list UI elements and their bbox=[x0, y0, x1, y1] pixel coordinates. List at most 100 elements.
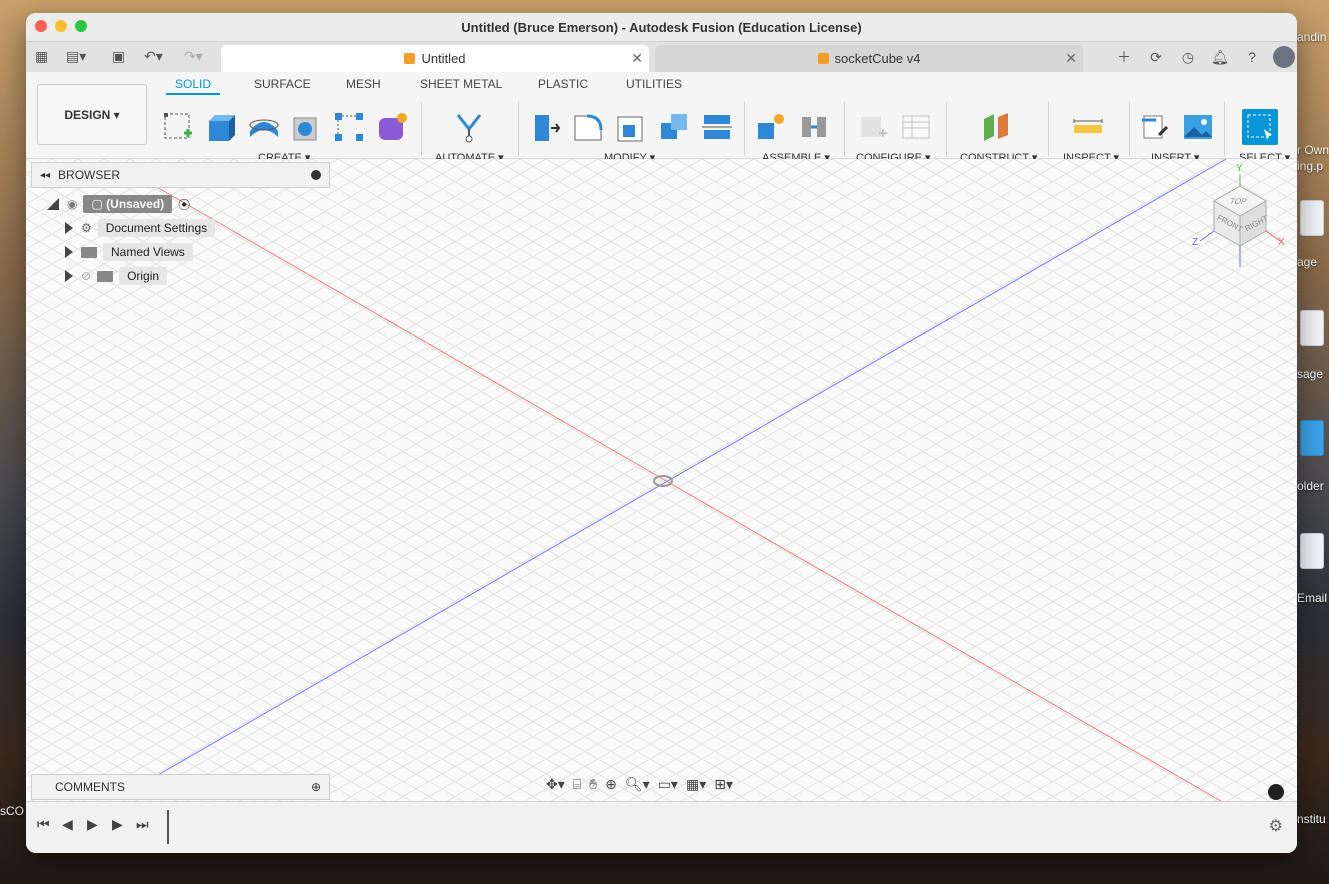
save-icon[interactable]: ▣ bbox=[112, 48, 125, 65]
close-tab-icon[interactable]: ✕ bbox=[1065, 50, 1077, 67]
browser-panel-header[interactable]: ◂◂ BROWSER bbox=[31, 162, 330, 188]
display-settings-icon[interactable]: ▭▾ bbox=[658, 776, 678, 793]
viewcube[interactable]: TOP FRONT RIGHT Y Z X bbox=[1192, 163, 1288, 271]
tab-surface[interactable]: SURFACE bbox=[254, 77, 311, 91]
joint-icon[interactable] bbox=[796, 109, 832, 145]
file-menu-icon[interactable]: ▤▾ bbox=[66, 48, 86, 65]
expand-arrow-icon[interactable] bbox=[65, 222, 73, 234]
tab-untitled[interactable]: Untitled ✕ bbox=[221, 45, 649, 72]
look-at-icon[interactable]: ⌸ bbox=[573, 776, 581, 793]
grid-canvas[interactable] bbox=[26, 159, 1297, 801]
offset-plane-icon[interactable] bbox=[978, 109, 1014, 145]
undo-icon[interactable]: ↶▾ bbox=[144, 48, 163, 65]
select-icon[interactable] bbox=[1242, 109, 1278, 145]
browser-item-named-views[interactable]: Named Views bbox=[65, 243, 193, 261]
desktop-file-icon-3[interactable] bbox=[1300, 533, 1324, 569]
desktop-file-icon-2[interactable] bbox=[1300, 310, 1324, 346]
play-icon[interactable]: ▶ bbox=[87, 816, 98, 833]
tab-utilities[interactable]: UTILITIES bbox=[626, 77, 682, 91]
browser-minimize-icon[interactable] bbox=[311, 170, 321, 180]
visibility-eye-icon[interactable]: ◉ bbox=[67, 197, 77, 211]
desktop-text-4: age bbox=[1297, 255, 1318, 269]
grid-settings-icon[interactable]: ▦▾ bbox=[686, 776, 706, 793]
collapse-panel-icon[interactable]: ◂◂ bbox=[40, 170, 50, 181]
notifications-icon[interactable]: 🔔︎ bbox=[1207, 45, 1233, 69]
combine-icon[interactable] bbox=[656, 109, 692, 145]
pattern-icon[interactable] bbox=[331, 109, 367, 145]
new-component-icon[interactable] bbox=[753, 109, 789, 145]
insert-image-icon[interactable] bbox=[1180, 109, 1216, 145]
tab-socketcube[interactable]: socketCube v4 ✕ bbox=[655, 45, 1083, 72]
redo-icon[interactable]: ↷▾ bbox=[184, 48, 203, 65]
fillet-icon[interactable] bbox=[570, 109, 606, 145]
app-window: Untitled (Bruce Emerson) - Autodesk Fusi… bbox=[26, 13, 1297, 853]
activate-radio-icon[interactable]: ⦿ bbox=[178, 196, 190, 213]
browser-item-document-settings[interactable]: ⚙ Document Settings bbox=[65, 219, 216, 237]
desktop-file-icon-1[interactable] bbox=[1300, 200, 1324, 236]
apps-grid-icon[interactable]: ▦ bbox=[35, 48, 48, 65]
measure-icon[interactable] bbox=[1070, 109, 1106, 145]
navigation-bar: ✥▾ ⌸ ✋︎ ⊕ 🔍︎▾ ▭▾ ▦▾ ⊞▾ bbox=[546, 776, 733, 793]
press-pull-icon[interactable] bbox=[527, 109, 563, 145]
fit-icon[interactable]: 🔍︎▾ bbox=[625, 776, 650, 793]
document-tab-bar: ▦ ▤▾ ▣ ↶▾ ↷▾ Untitled ✕ socketCube v4 ✕ … bbox=[26, 42, 1297, 72]
create-sketch-icon[interactable] bbox=[160, 109, 196, 145]
tab-mesh[interactable]: MESH bbox=[346, 77, 381, 91]
design-workspace-button[interactable]: DESIGN ▾ bbox=[37, 84, 147, 145]
go-to-start-icon[interactable]: ⏮ bbox=[37, 816, 50, 833]
orbit-icon[interactable]: ✥▾ bbox=[546, 776, 565, 793]
expand-arrow-icon[interactable] bbox=[65, 246, 73, 258]
close-tab-icon[interactable]: ✕ bbox=[631, 50, 643, 67]
mode-badge-icon[interactable] bbox=[1268, 784, 1284, 800]
close-window-button[interactable] bbox=[35, 20, 47, 32]
shell-icon[interactable] bbox=[613, 109, 649, 145]
desktop-text-2: r Own bbox=[1297, 143, 1329, 157]
title-bar[interactable]: Untitled (Bruce Emerson) - Autodesk Fusi… bbox=[26, 13, 1297, 42]
browser-root-node[interactable]: ◉ ▢ (Unsaved) ⦿ bbox=[47, 195, 190, 213]
component-icon: ▢ bbox=[91, 197, 107, 211]
hidden-eye-icon[interactable]: ⊘ bbox=[81, 269, 91, 283]
timeline-settings-icon[interactable]: ⚙ bbox=[1269, 816, 1283, 836]
gear-icon: ⚙ bbox=[81, 221, 92, 235]
job-status-icon[interactable]: ◷ bbox=[1175, 45, 1201, 69]
minimize-window-button[interactable] bbox=[55, 20, 67, 32]
tab-solid[interactable]: SOLID bbox=[175, 77, 211, 91]
viewports-icon[interactable]: ⊞▾ bbox=[714, 776, 733, 793]
add-comment-icon[interactable]: ⊕ bbox=[311, 780, 321, 794]
design-label: DESIGN bbox=[64, 107, 111, 122]
window-controls bbox=[35, 20, 87, 32]
hole-icon[interactable] bbox=[289, 109, 325, 145]
desktop-folder-icon[interactable] bbox=[1300, 420, 1324, 456]
help-icon[interactable]: ? bbox=[1239, 45, 1265, 69]
new-tab-icon[interactable]: ＋ bbox=[1111, 45, 1137, 69]
revolve-icon[interactable] bbox=[246, 109, 282, 145]
extrude-icon[interactable] bbox=[203, 109, 239, 145]
timeline-marker[interactable] bbox=[167, 810, 169, 844]
zoom-icon[interactable]: ⊕ bbox=[605, 776, 617, 793]
tab-sheet-metal[interactable]: SHEET METAL bbox=[420, 77, 502, 91]
configuration-table-icon[interactable] bbox=[898, 109, 934, 145]
expand-arrow-icon[interactable] bbox=[47, 198, 59, 210]
zoom-window-button[interactable] bbox=[75, 20, 87, 32]
browser-item-origin[interactable]: ⊘ Origin bbox=[65, 267, 168, 285]
expand-arrow-icon[interactable] bbox=[65, 270, 73, 282]
root-label-text: (Unsaved) bbox=[106, 197, 165, 211]
form-icon[interactable] bbox=[374, 109, 410, 145]
step-forward-icon[interactable]: ▶ bbox=[112, 816, 123, 833]
step-back-icon[interactable]: ◀ bbox=[62, 816, 73, 833]
root-component-label[interactable]: ▢ (Unsaved) bbox=[83, 195, 173, 213]
automate-icon[interactable] bbox=[451, 109, 487, 145]
insert-derive-icon[interactable] bbox=[1139, 109, 1175, 145]
desktop-text-8: sCO bbox=[0, 804, 24, 818]
tab-plastic[interactable]: PLASTIC bbox=[538, 77, 588, 91]
configure-icon[interactable] bbox=[855, 109, 891, 145]
comments-panel[interactable]: COMMENTS ⊕ bbox=[31, 774, 330, 800]
sync-icon[interactable]: ⟳ bbox=[1143, 45, 1169, 69]
go-to-end-icon[interactable]: ⏭ bbox=[136, 816, 149, 833]
avatar[interactable] bbox=[1271, 45, 1297, 69]
canvas-viewport[interactable]: TOP FRONT RIGHT Y Z X ◂◂ BROWSER ◉ ▢ (Un… bbox=[26, 159, 1297, 801]
separator bbox=[421, 102, 422, 156]
tree-item-label: Named Views bbox=[103, 243, 193, 261]
pan-icon[interactable]: ✋︎ bbox=[589, 776, 597, 793]
split-body-icon[interactable] bbox=[699, 109, 735, 145]
